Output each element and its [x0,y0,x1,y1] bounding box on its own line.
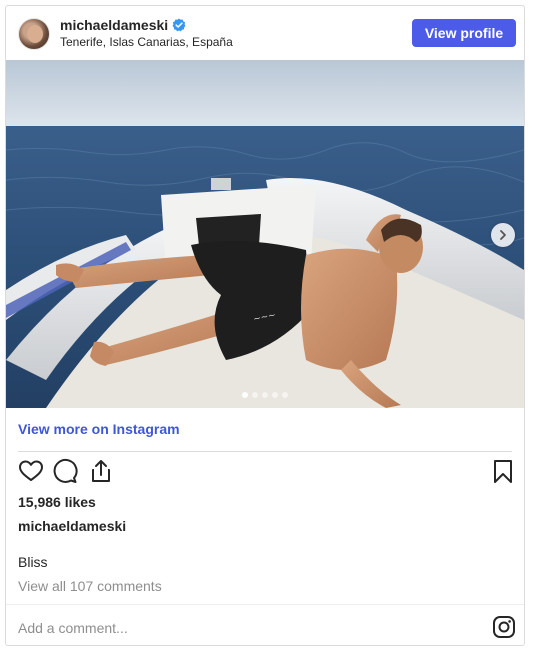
instagram-logo-icon[interactable] [492,615,516,639]
view-all-comments-link[interactable]: View all 107 comments [18,578,162,594]
avatar-face [27,25,43,43]
view-profile-button[interactable]: View profile [412,19,516,47]
heart-icon[interactable] [18,458,44,484]
location[interactable]: Tenerife, Islas Canarias, España [60,35,233,49]
share-icon[interactable] [88,458,114,484]
instagram-embed-card: michaeldameski Tenerife, Islas Canarias,… [5,5,525,646]
boat-photo: ~~~ [6,60,524,408]
chevron-right-icon [500,230,506,240]
carousel-dot [282,392,288,398]
caption-username[interactable]: michaeldameski [18,518,126,534]
action-bar [6,458,524,488]
post-header: michaeldameski Tenerife, Islas Canarias,… [6,6,524,62]
username[interactable]: michaeldameski [60,17,168,33]
comment-icon[interactable] [52,458,78,484]
carousel-dot [252,392,258,398]
username-row: michaeldameski [60,17,186,33]
likes-count[interactable]: 15,986 likes [18,494,96,510]
post-image[interactable]: ~~~ [6,60,524,408]
carousel-dot [272,392,278,398]
verified-badge-icon [172,18,186,32]
avatar[interactable] [18,18,50,50]
carousel-dot [262,392,268,398]
carousel-indicator [6,392,524,398]
view-more-on-instagram-link[interactable]: View more on Instagram [18,421,180,437]
caption-text: Bliss [18,554,48,570]
comment-divider [6,604,524,605]
bookmark-icon[interactable] [490,458,516,484]
divider [18,451,512,452]
next-slide-button[interactable] [491,223,515,247]
carousel-dot [242,392,248,398]
add-comment-input[interactable] [18,617,458,639]
